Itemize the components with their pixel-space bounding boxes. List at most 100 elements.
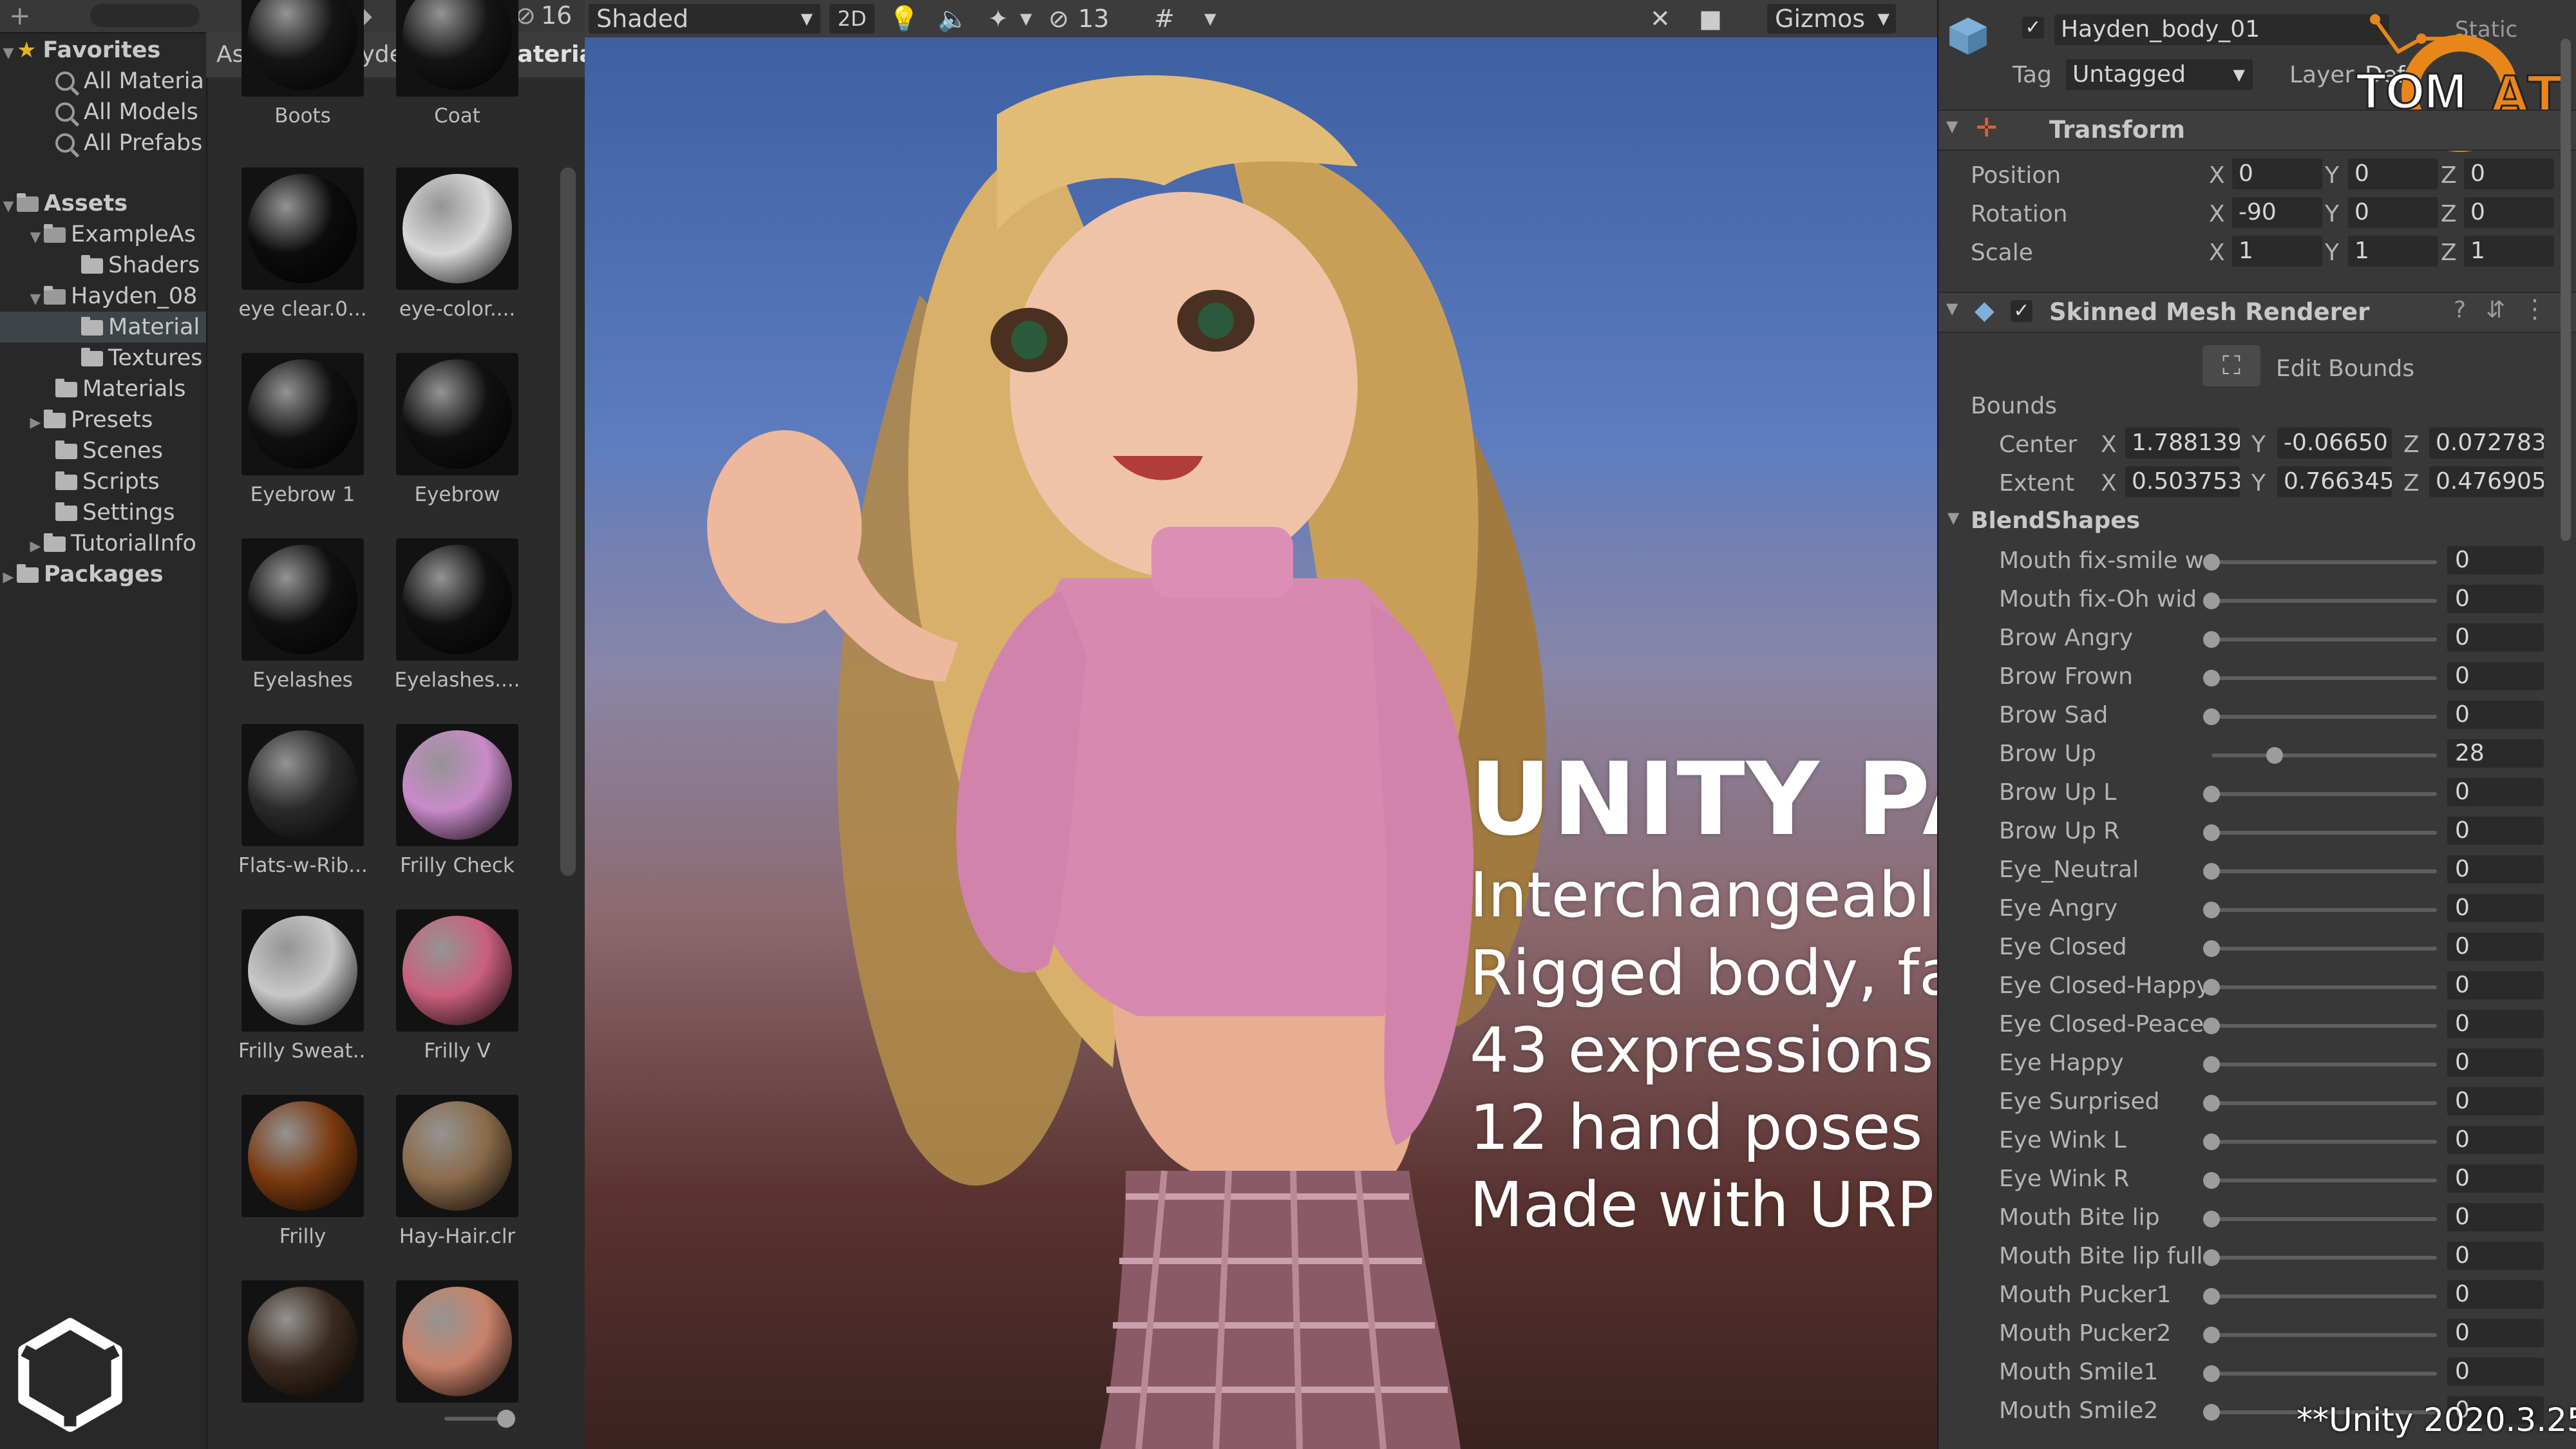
thumbnail-size-knob[interactable] xyxy=(497,1410,515,1428)
2d-toggle[interactable]: 2D xyxy=(829,4,875,33)
blendshape-value-field[interactable]: 0 xyxy=(2447,855,2544,884)
effects-icon[interactable]: ✦ xyxy=(988,0,1009,37)
transform-x-field[interactable]: 1 xyxy=(2232,236,2322,267)
blendshape-slider-knob[interactable] xyxy=(2203,902,2220,918)
blendshape-value-field[interactable]: 0 xyxy=(2447,894,2544,922)
blendshape-slider-knob[interactable] xyxy=(2203,1327,2220,1343)
blendshape-slider-knob[interactable] xyxy=(2203,786,2220,802)
blendshape-slider-knob[interactable] xyxy=(2203,1404,2220,1421)
blendshape-slider-knob[interactable] xyxy=(2203,554,2220,571)
material-tile[interactable]: Frilly V xyxy=(393,909,522,1063)
tree-item[interactable]: Scenes xyxy=(39,435,163,466)
blendshape-slider-track[interactable] xyxy=(2211,1372,2437,1376)
camera-icon[interactable]: ■ xyxy=(1699,0,1722,37)
blendshape-slider-track[interactable] xyxy=(2211,599,2437,603)
favorite-item[interactable]: All Models xyxy=(55,97,198,128)
blendshape-slider-track[interactable] xyxy=(2211,1294,2437,1298)
assets-root[interactable]: ▼ Assets xyxy=(0,188,128,219)
blendshape-value-field[interactable]: 0 xyxy=(2447,933,2544,961)
blendshape-slider-track[interactable] xyxy=(2211,638,2437,641)
material-tile[interactable]: eye-color.... xyxy=(393,167,522,321)
blendshape-value-field[interactable]: 0 xyxy=(2447,971,2544,999)
inspector-scrollbar[interactable] xyxy=(2561,39,2571,541)
center-z-field[interactable]: 0.072783 xyxy=(2429,428,2544,459)
blendshape-slider-track[interactable] xyxy=(2211,1256,2437,1260)
material-tile[interactable]: Hay-Hair.clr xyxy=(393,1095,522,1248)
preset-icon[interactable]: ⇵ xyxy=(2486,297,2505,323)
blendshape-slider-knob[interactable] xyxy=(2203,1172,2220,1189)
project-scrollbar[interactable] xyxy=(560,167,576,876)
tree-item[interactable]: Materials xyxy=(39,374,185,404)
material-tile[interactable]: Frilly Sweat... xyxy=(238,909,367,1063)
component-enabled-checkbox[interactable]: ✓ xyxy=(2011,300,2032,322)
blendshape-slider-knob[interactable] xyxy=(2203,1211,2220,1227)
material-tile[interactable]: Coat xyxy=(393,0,522,128)
blendshape-value-field[interactable]: 0 xyxy=(2447,623,2544,652)
blendshape-value-field[interactable]: 0 xyxy=(2447,1164,2544,1193)
blendshape-slider-knob[interactable] xyxy=(2203,1249,2220,1266)
blendshape-slider-knob[interactable] xyxy=(2203,592,2220,609)
hidden-objects-icon[interactable]: ⊘ xyxy=(1048,0,1069,37)
blendshape-slider-knob[interactable] xyxy=(2203,1018,2220,1034)
transform-header[interactable]: ▼ ✛ Transform xyxy=(1938,109,2576,151)
transform-y-field[interactable]: 0 xyxy=(2348,158,2438,189)
material-tile[interactable]: Eyebrow 1 xyxy=(238,353,367,506)
blendshape-value-field[interactable]: 0 xyxy=(2447,817,2544,845)
blendshape-value-field[interactable]: 0 xyxy=(2447,1087,2544,1115)
center-x-field[interactable]: 1.788139 xyxy=(2125,428,2240,459)
grid-icon[interactable]: # xyxy=(1154,0,1175,37)
material-tile[interactable]: Flats-w-Rib... xyxy=(238,724,367,877)
favorite-item[interactable]: All Prefabs xyxy=(55,128,202,158)
material-tile[interactable]: Boots xyxy=(238,0,367,128)
transform-y-field[interactable]: 0 xyxy=(2348,197,2438,228)
material-tile[interactable]: Eyebrow xyxy=(393,353,522,506)
audio-icon[interactable]: 🔈 xyxy=(938,0,968,37)
blendshapes-header[interactable]: BlendShapes xyxy=(1971,507,2140,534)
blendshape-value-field[interactable]: 0 xyxy=(2447,1358,2544,1386)
active-checkbox[interactable]: ✓ xyxy=(2022,17,2044,39)
favorite-item[interactable]: All Materia xyxy=(55,66,204,97)
transform-z-field[interactable]: 1 xyxy=(2464,236,2554,267)
blendshape-slider-track[interactable] xyxy=(2211,1063,2437,1066)
blendshape-slider-track[interactable] xyxy=(2211,1140,2437,1144)
material-tile[interactable]: eye clear.0... xyxy=(238,167,367,321)
blendshape-slider-track[interactable] xyxy=(2211,1101,2437,1105)
edit-bounds-button[interactable]: ⛶ xyxy=(2202,345,2260,386)
extent-y-field[interactable]: 0.766345 xyxy=(2277,466,2392,497)
tree-item[interactable]: ▶ Presets xyxy=(27,404,153,435)
transform-z-field[interactable]: 0 xyxy=(2464,197,2554,228)
tree-item[interactable]: ▼ Hayden_08 xyxy=(27,281,198,312)
tree-item[interactable]: ▼ ExampleAs xyxy=(27,219,196,250)
transform-x-field[interactable]: -90 xyxy=(2232,197,2322,228)
blendshape-slider-track[interactable] xyxy=(2211,715,2437,719)
blendshape-value-field[interactable]: 0 xyxy=(2447,1126,2544,1154)
blendshape-slider-track[interactable] xyxy=(2211,1217,2437,1221)
blendshape-value-field[interactable]: 28 xyxy=(2447,739,2544,768)
blendshape-value-field[interactable]: 0 xyxy=(2447,585,2544,613)
blendshape-slider-knob[interactable] xyxy=(2203,863,2220,880)
blendshape-slider-knob[interactable] xyxy=(2203,631,2220,648)
center-y-field[interactable]: -0.06650 xyxy=(2277,428,2392,459)
object-name-field[interactable]: Hayden_body_01 xyxy=(2054,14,2389,45)
transform-y-field[interactable]: 1 xyxy=(2348,236,2438,267)
search-input[interactable] xyxy=(90,4,200,27)
blendshape-slider-track[interactable] xyxy=(2211,1024,2437,1028)
blendshape-value-field[interactable]: 0 xyxy=(2447,1203,2544,1231)
blendshape-slider-track[interactable] xyxy=(2211,1333,2437,1337)
transform-x-field[interactable]: 0 xyxy=(2232,158,2322,189)
blendshape-slider-track[interactable] xyxy=(2211,947,2437,951)
blendshape-value-field[interactable]: 0 xyxy=(2447,546,2544,574)
shading-mode-dropdown[interactable]: Shaded ▼ xyxy=(589,4,820,33)
tree-item[interactable]: Settings xyxy=(39,497,175,528)
chevron-down-icon[interactable]: ▼ xyxy=(1020,0,1032,37)
tools-icon[interactable]: ✕ xyxy=(1650,0,1671,37)
material-tile[interactable] xyxy=(393,1280,522,1410)
blendshape-value-field[interactable]: 0 xyxy=(2447,1280,2544,1309)
blendshape-slider-knob[interactable] xyxy=(2203,979,2220,996)
help-icon[interactable]: ? xyxy=(2454,297,2466,323)
blendshape-value-field[interactable]: 0 xyxy=(2447,701,2544,729)
extent-z-field[interactable]: 0.476905 xyxy=(2429,466,2544,497)
blendshape-slider-knob[interactable] xyxy=(2203,1056,2220,1073)
blendshape-slider-knob[interactable] xyxy=(2203,1365,2220,1382)
chevron-down-icon[interactable]: ▼ xyxy=(1204,0,1216,37)
